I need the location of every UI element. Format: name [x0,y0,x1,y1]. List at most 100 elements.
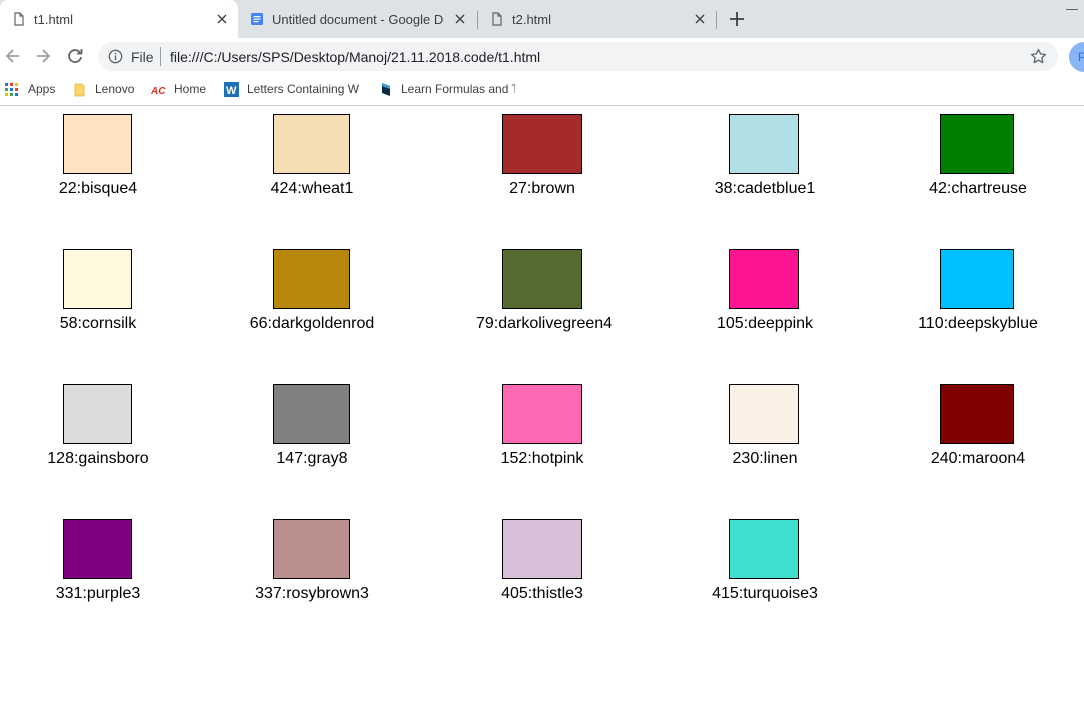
swatch-label: 424:wheat1 [270,180,354,197]
swatch-item: 66:darkgoldenrod [227,241,397,376]
swatch-label: 27:brown [509,180,575,197]
close-icon[interactable] [694,13,706,25]
color-swatch [729,519,799,579]
swatch-item: 58:cornsilk [12,241,182,376]
color-swatch [273,384,350,444]
color-swatch [273,249,350,309]
close-icon[interactable] [454,13,466,25]
swatch-item: 152:hotpink [457,376,627,511]
forward-arrow-icon[interactable] [33,46,53,66]
swatch-label: 42:chartreuse [929,180,1027,197]
page-content: 22:bisque4 424:wheat1 27:brown 38:cadetb… [0,106,1084,721]
color-swatch [940,114,1014,174]
tab-title: Untitled document - Google Docs [272,12,444,27]
swatch-item: 240:maroon4 [893,376,1063,511]
color-swatch [729,114,799,174]
swatch-label: 405:thistle3 [501,585,583,602]
swatch-label: 147:gray8 [276,450,348,467]
reload-icon[interactable] [65,46,85,66]
bookmark-label: Apps [28,82,56,96]
swatch-label: 152:hotpink [500,450,584,467]
w-logo-icon: W [224,82,239,97]
swatch-item: 230:linen [680,376,850,511]
tab-google-docs[interactable]: Untitled document - Google Docs [238,0,476,38]
swatch-item: 42:chartreuse [893,106,1063,241]
folder-icon [74,83,85,97]
close-icon[interactable] [216,13,228,25]
svg-text:W: W [226,85,237,97]
swatch-label: 38:cadetblue1 [714,180,816,197]
swatch-label: 110:deepskyblue [918,315,1038,332]
swatch-item: 147:gray8 [227,376,397,511]
swatch-item: 337:rosybrown3 [227,511,397,646]
tab-t2[interactable]: t2.html [478,0,716,38]
new-tab-icon[interactable] [727,9,747,29]
color-swatch [502,384,582,444]
color-swatch [63,519,132,579]
swatch-item: 27:brown [457,106,627,241]
tab-t1[interactable]: t1.html [0,0,238,38]
swatch-label: 58:cornsilk [59,315,137,332]
swatch-item: 38:cadetblue1 [680,106,850,241]
swatch-item: 105:deeppink [680,241,850,376]
tab-title: t2.html [512,12,552,27]
page-icon [14,12,24,26]
swatch-item: 424:wheat1 [227,106,397,241]
swatch-item: 110:deepskyblue [893,241,1063,376]
google-docs-icon [251,13,263,25]
color-swatch [273,114,350,174]
bookmark-site-icon [382,83,390,96]
scheme-label: File [131,49,154,65]
bookmark-label: Letters Containing W [247,82,360,96]
color-swatch [63,114,132,174]
swatch-label: 128:gainsboro [47,450,149,467]
swatch-label: 415:turquoise3 [712,585,818,602]
bookmark-label: Lenovo [95,82,135,96]
color-swatch [940,249,1014,309]
swatch-item: 128:gainsboro [12,376,182,511]
color-swatch [729,384,799,444]
swatch-label: 337:rosybrown3 [255,585,369,602]
address-bar[interactable]: File file:///C:/Users/SPS/Desktop/Manoj/… [98,42,1058,71]
svg-text:ACT: ACT [151,86,166,97]
page-icon [492,12,502,26]
swatch-label: 230:linen [732,450,798,467]
color-swatch [502,249,582,309]
star-icon[interactable] [1030,48,1047,65]
bookmark-label: Home [174,82,207,96]
swatch-label: 240:maroon4 [930,450,1026,467]
info-icon[interactable] [108,49,123,64]
swatch-label: 79:darkolivegreen4 [475,315,613,332]
swatch-label: 331:purple3 [55,585,141,602]
url-text[interactable]: file:///C:/Users/SPS/Desktop/Manoj/21.11… [170,49,540,65]
color-swatch [63,249,132,309]
color-swatch [940,384,1014,444]
swatch-label: 105:deeppink [716,315,814,332]
swatch-label: 22:bisque4 [58,180,138,197]
color-swatch [502,519,582,579]
bookmark-learn-formulas[interactable]: Learn Formulas and T [379,79,515,99]
swatch-item: 22:bisque4 [12,106,182,241]
browser-toolbar: File file:///C:/Users/SPS/Desktop/Manoj/… [0,38,1084,75]
swatch-item: 415:turquoise3 [680,511,850,646]
swatch-label: 66:darkgoldenrod [249,315,375,332]
color-swatch [502,114,582,174]
tab-separator [716,11,717,29]
back-arrow-icon[interactable] [3,46,23,66]
act-logo-icon: ACT [151,86,166,97]
minimize-icon[interactable] [1066,9,1078,10]
address-separator [160,47,161,66]
color-swatch [729,249,799,309]
tab-strip: t1.html Untitled document - Google Docs … [0,0,1084,38]
swatch-item: 79:darkolivegreen4 [457,241,627,376]
bookmark-label: Learn Formulas and T [401,82,515,96]
color-swatch [63,384,132,444]
bookmark-apps[interactable]: Apps [4,79,64,99]
color-swatch [273,519,350,579]
bookmark-home[interactable]: ACT Home [151,79,216,99]
apps-grid-icon [5,83,18,96]
bookmarks-bar: Apps Lenovo ACT Home W Letters Containin… [0,75,1084,106]
bookmark-lenovo[interactable]: Lenovo [73,79,143,99]
bookmark-letters-containing-w[interactable]: W Letters Containing W [224,79,362,99]
swatch-item: 331:purple3 [12,511,182,646]
